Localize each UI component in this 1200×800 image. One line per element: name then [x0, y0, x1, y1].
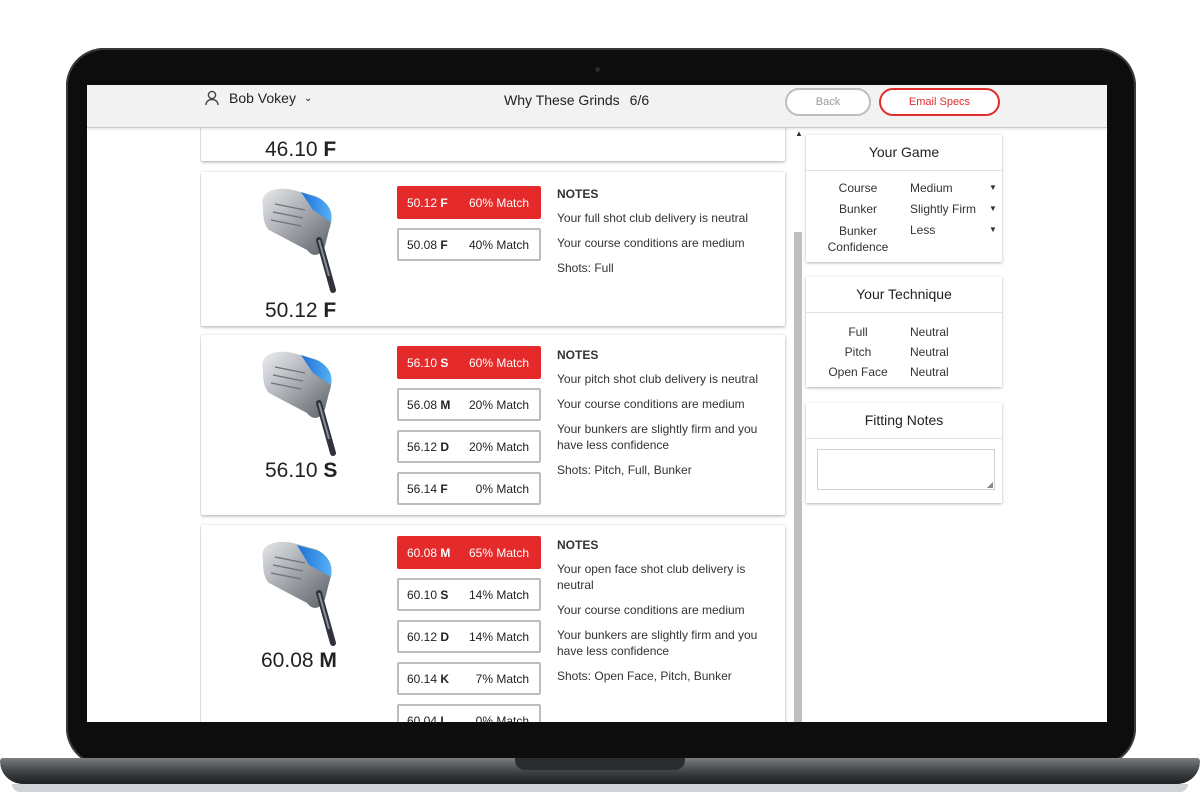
grind-notes: NOTES Your open face shot club delivery …	[557, 538, 782, 693]
app-header: Bob Vokey ⌄ Why These Grinds 6/6 Back Ema…	[87, 85, 1107, 128]
note-line: Your open face shot club delivery is neu…	[557, 562, 746, 592]
grind-card: 56.10 S 56.10 S 60% Match 56.08 M 20% Matc…	[201, 335, 785, 515]
grind-notes: NOTES Your full shot club delivery is ne…	[557, 187, 782, 285]
grind-code: 46.10 F	[265, 138, 337, 161]
technique-row-label: Pitch	[844, 345, 872, 359]
note-line: Your bunkers are slightly firm and you h…	[557, 628, 758, 658]
match-option[interactable]: 60.08 M 65% Match	[397, 536, 541, 569]
game-row-value: Medium	[910, 181, 953, 195]
note-line: Your course conditions are medium	[557, 603, 745, 617]
back-button[interactable]: Back	[785, 88, 871, 116]
wedge-club-icon	[262, 541, 336, 646]
grind-card: 50.12 F 50.12 F 60% Match 50.08 F 40% Matc…	[201, 172, 785, 326]
laptop-base-edge	[12, 784, 1188, 792]
fitting-notes-panel: Fitting Notes ◢	[806, 403, 1002, 503]
notes-heading: NOTES	[557, 538, 599, 552]
camera-dot	[595, 67, 600, 72]
technique-row-value: Neutral	[910, 365, 949, 379]
chevron-down-icon: ⌄	[303, 92, 313, 104]
list-scrollbar[interactable]: ▲	[791, 127, 805, 722]
fitting-notes-input[interactable]: ◢	[817, 449, 995, 490]
grind-code: 50.12 F	[265, 299, 337, 322]
dropdown-arrow-icon[interactable]: ▼	[989, 204, 997, 213]
app-screen: Bob Vokey ⌄ Why These Grinds 6/6 Back Ema…	[87, 85, 1107, 722]
grind-code: 60.08 M	[261, 649, 337, 672]
your-game-panel: Your Game Course Medium ▼ Bunker Slightl…	[806, 135, 1002, 262]
dropdown-arrow-icon[interactable]: ▼	[989, 225, 997, 234]
notes-heading: NOTES	[557, 348, 599, 362]
notes-heading: NOTES	[557, 187, 599, 201]
game-row-value: Slightly Firm	[910, 202, 977, 216]
match-option[interactable]: 60.10 S 14% Match	[397, 578, 541, 611]
page-step: 6/6	[629, 92, 650, 108]
note-line: Your bunkers are slightly firm and you h…	[557, 422, 758, 452]
technique-row-value: Neutral	[910, 345, 949, 359]
dropdown-arrow-icon[interactable]: ▼	[989, 183, 997, 192]
note-line: Shots: Open Face, Pitch, Bunker	[557, 669, 732, 683]
page-title-text: Why These Grinds	[504, 92, 620, 108]
note-line: Your full shot club delivery is neutral	[557, 211, 748, 225]
technique-row-label: Full	[848, 325, 868, 339]
your-technique-panel: Your Technique Full Neutral Pitch Neutra…	[806, 277, 1002, 387]
your-game-title: Your Game	[806, 135, 1002, 171]
match-option[interactable]: 56.10 S 60% Match	[397, 346, 541, 379]
note-line: Your pitch shot club delivery is neutral	[557, 372, 758, 386]
technique-row-label: Open Face	[828, 365, 888, 379]
note-line: Your course conditions are medium	[557, 397, 745, 411]
game-row-label: Bunker	[838, 202, 878, 216]
resize-grip-icon[interactable]: ◢	[987, 480, 993, 489]
email-specs-button[interactable]: Email Specs	[879, 88, 1000, 116]
note-line: Shots: Pitch, Full, Bunker	[557, 463, 692, 477]
match-option[interactable]: 50.12 F 60% Match	[397, 186, 541, 219]
game-row-label: Course	[838, 181, 878, 195]
match-option[interactable]: 56.08 M 20% Match	[397, 388, 541, 421]
your-technique-title: Your Technique	[806, 277, 1002, 313]
user-name: Bob Vokey	[229, 90, 296, 106]
note-line: Shots: Full	[557, 261, 614, 275]
match-option[interactable]: 60.04 L 0% Match	[397, 704, 541, 722]
match-option[interactable]: 60.14 K 7% Match	[397, 662, 541, 695]
page-title: Why These Grinds 6/6	[504, 92, 649, 108]
technique-row-value: Neutral	[910, 325, 949, 339]
user-icon	[205, 90, 219, 106]
grind-card: 60.08 M 60.08 M 65% Match 60.10 S 14% Matc…	[201, 525, 785, 722]
note-line: Your course conditions are medium	[557, 236, 745, 250]
scroll-up-icon[interactable]: ▲	[795, 129, 803, 138]
fitting-notes-title: Fitting Notes	[806, 403, 1002, 439]
user-menu[interactable]: Bob Vokey ⌄	[205, 90, 312, 106]
wedge-club-icon	[262, 351, 336, 456]
game-row-label: Bunker Confidence	[827, 224, 889, 254]
match-option[interactable]: 50.08 F 40% Match	[397, 228, 541, 261]
match-option[interactable]: 60.12 D 14% Match	[397, 620, 541, 653]
grind-list: 46.10 F 50.12 F 50.12 F60% Match 50.08 F…	[200, 127, 790, 722]
grind-notes: NOTES Your pitch shot club delivery is n…	[557, 348, 782, 487]
match-option[interactable]: 56.12 D 20% Match	[397, 430, 541, 463]
grind-card: 46.10 F	[201, 127, 785, 161]
grind-code: 56.10 S	[265, 459, 338, 482]
game-row-value: Less	[910, 223, 936, 237]
laptop-notch	[515, 758, 685, 770]
wedge-club-icon	[262, 188, 336, 293]
match-option[interactable]: 56.14 F 0% Match	[397, 472, 541, 505]
scrollbar-thumb[interactable]	[794, 232, 802, 722]
